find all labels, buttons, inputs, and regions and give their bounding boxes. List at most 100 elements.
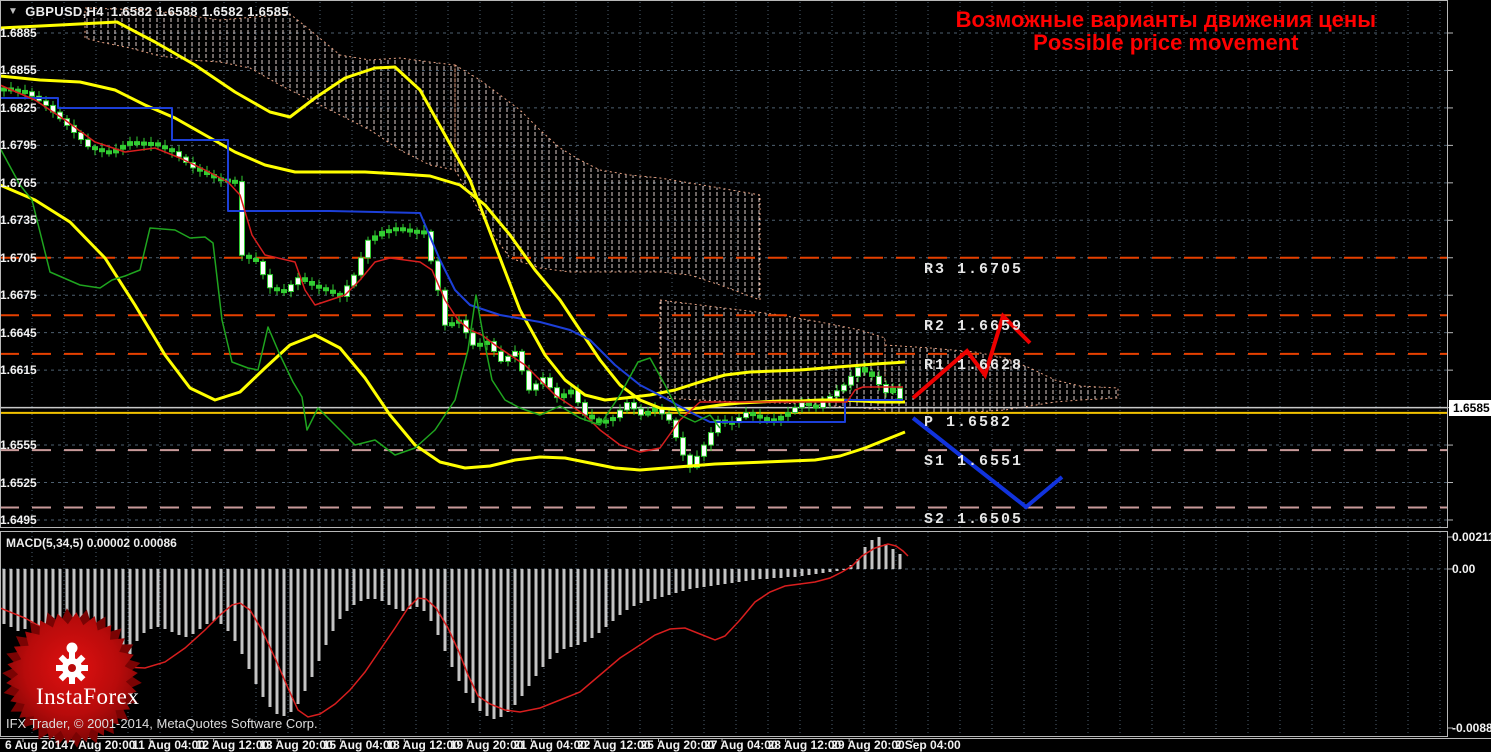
macd-bar <box>737 569 741 582</box>
time-axis-label: 19 Aug 20:00 <box>449 738 524 752</box>
macd-bar <box>149 569 153 629</box>
macd-bar <box>331 569 335 631</box>
macd-bar <box>786 569 790 577</box>
macd-bar <box>415 569 419 607</box>
price-axis-label: 1.6765 <box>0 175 37 190</box>
candle-body <box>743 412 749 419</box>
candle-body <box>561 393 567 399</box>
macd-bar <box>702 569 706 587</box>
macd-bar <box>576 569 580 645</box>
candle-body <box>477 342 483 347</box>
macd-bar <box>345 569 349 611</box>
macd-bar <box>247 569 251 669</box>
candle-body <box>638 408 644 416</box>
macd-axis-label: 0.00211 <box>1452 530 1491 544</box>
macd-indicator-label: MACD(5,34,5) 0.00002 0.00086 <box>6 536 177 550</box>
chart-canvas[interactable] <box>0 0 1491 752</box>
macd-bar <box>457 569 461 681</box>
macd-bar <box>142 569 146 633</box>
candle-body <box>239 181 245 256</box>
chevron-down-icon[interactable]: ▼ <box>8 6 18 17</box>
macd-bar <box>23 569 27 629</box>
macd-bar <box>240 569 244 654</box>
pivot-label-s1: S1 1.6551 <box>924 453 1024 471</box>
candle-body <box>260 261 266 276</box>
macd-bar <box>569 569 573 647</box>
time-axis-label: 29 Aug 20:00 <box>831 738 905 752</box>
macd-bar <box>450 569 454 667</box>
macd-bar <box>793 569 797 577</box>
macd-bar <box>282 569 286 716</box>
price-axis-label: 1.6705 <box>0 250 37 265</box>
macd-bar <box>198 569 202 629</box>
candle-body <box>85 139 91 148</box>
candle-body <box>295 277 301 286</box>
candle-body <box>120 144 126 150</box>
macd-bar <box>800 569 804 576</box>
time-axis-label: 18 Aug 12:00 <box>386 738 460 752</box>
macd-bar <box>513 569 517 705</box>
candle-body <box>764 417 770 422</box>
macd-bar <box>835 569 839 571</box>
candle-body <box>470 332 476 346</box>
pivot-label-p: P 1.6582 <box>924 414 1013 432</box>
candle-body <box>834 390 840 397</box>
macd-bar <box>555 569 559 653</box>
macd-bar <box>30 569 34 625</box>
macd-bar <box>709 569 713 586</box>
candle-body <box>22 89 28 94</box>
macd-bar <box>163 569 167 629</box>
macd-bar <box>891 549 895 569</box>
candle-body <box>799 402 805 409</box>
price-axis-label: 1.6525 <box>0 475 37 490</box>
candle-body <box>435 260 441 291</box>
chart-title-bar: ▼ GBPUSD,H4 1.6582 1.6588 1.6582 1.6585 <box>8 4 289 19</box>
ohlc-values: 1.6582 1.6588 1.6582 1.6585 <box>110 4 289 19</box>
candle-body <box>274 287 280 292</box>
candle-body <box>526 370 532 391</box>
candle-body <box>512 350 518 357</box>
macd-bar <box>394 569 398 609</box>
candle-body <box>792 407 798 414</box>
macd-bar <box>625 569 629 610</box>
macd-bar <box>681 569 685 591</box>
macd-bar <box>2 569 6 624</box>
macd-bar <box>716 569 720 585</box>
time-axis-label: 12 Aug 12:00 <box>195 738 270 752</box>
candle-body <box>596 418 602 424</box>
macd-bar <box>898 554 902 569</box>
macd-bar <box>779 569 783 578</box>
macd-bar <box>744 569 748 581</box>
macd-bar <box>296 569 300 704</box>
macd-bar <box>527 569 531 686</box>
macd-bar <box>611 569 615 621</box>
macd-bar <box>884 544 888 569</box>
macd-bar <box>730 569 734 583</box>
candle-body <box>806 402 812 407</box>
time-axis-label: 28 Aug 12:00 <box>767 738 842 752</box>
macd-bar <box>387 569 391 605</box>
candle-body <box>855 367 861 377</box>
macd-bar <box>618 569 622 615</box>
candle-body <box>505 355 511 362</box>
macd-bar <box>9 569 13 627</box>
time-axis-label: 6 Aug 2014 <box>5 738 68 752</box>
candle-body <box>365 239 371 259</box>
macd-bar <box>205 569 209 624</box>
macd-bar <box>359 569 363 601</box>
candle-body <box>155 142 161 147</box>
candle-body <box>127 141 133 146</box>
candle-body <box>778 415 784 421</box>
candle-body <box>848 375 854 386</box>
macd-bar <box>597 569 601 633</box>
candle-body <box>372 235 378 241</box>
candle-body <box>316 284 322 289</box>
macd-bar <box>324 569 328 645</box>
price-axis-label: 1.6675 <box>0 288 37 303</box>
candle-body <box>358 257 364 276</box>
time-axis-label: 27 Aug 04:00 <box>704 738 778 752</box>
macd-bar <box>758 569 762 579</box>
macd-bar <box>877 537 881 569</box>
candle-body <box>400 227 406 232</box>
macd-bar <box>870 540 874 569</box>
